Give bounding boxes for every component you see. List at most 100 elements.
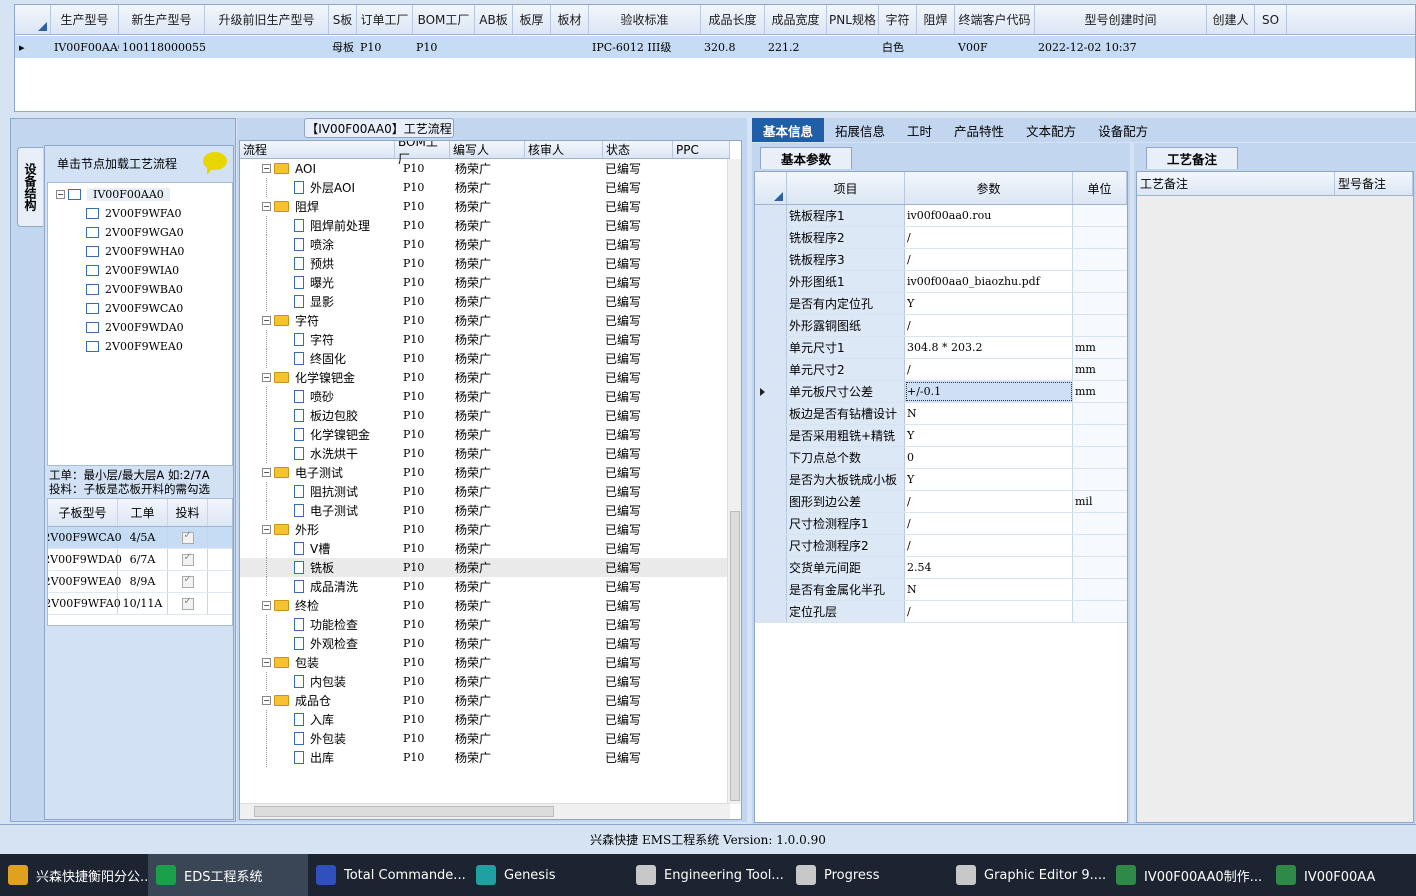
col-subboard-model[interactable]: 子板型号: [48, 499, 118, 526]
feed-checkbox[interactable]: [181, 530, 194, 544]
feed-cell[interactable]: [168, 593, 208, 614]
process-name-cell[interactable]: 预烘: [240, 254, 395, 273]
grid-corner[interactable]: [15, 5, 51, 34]
process-row[interactable]: − 外形 P10 杨荣广 已编写: [240, 520, 730, 539]
process-row[interactable]: 水洗烘干 P10 杨荣广 已编写: [240, 444, 730, 463]
col-header[interactable]: 终端客户代码: [955, 5, 1035, 34]
col-header[interactable]: 板厚: [513, 5, 551, 34]
col-model-remark[interactable]: 型号备注: [1335, 172, 1413, 195]
process-name-cell[interactable]: 入库: [240, 710, 395, 729]
param-row[interactable]: 尺寸检测程序2/: [755, 535, 1127, 557]
param-value[interactable]: /: [905, 491, 1073, 512]
process-row[interactable]: − 终检 P10 杨荣广 已编写: [240, 596, 730, 615]
row-selector[interactable]: [755, 535, 787, 556]
process-name-cell[interactable]: 终固化: [240, 349, 395, 368]
col-unit[interactable]: 单位: [1073, 172, 1127, 204]
param-value[interactable]: Y: [905, 293, 1073, 314]
feed-checkbox[interactable]: [181, 552, 194, 566]
process-name-cell[interactable]: 板边包胶: [240, 406, 395, 425]
param-row[interactable]: 单元尺寸1 304.8 * 203.2 mm: [755, 337, 1127, 359]
row-selector[interactable]: [755, 293, 787, 314]
scroll-thumb[interactable]: [730, 511, 740, 801]
process-row[interactable]: 曝光 P10 杨荣广 已编写: [240, 273, 730, 292]
col-header[interactable]: 升级前旧生产型号: [205, 5, 329, 34]
process-name-cell[interactable]: 成品清洗: [240, 577, 395, 596]
col-header[interactable]: 板材: [551, 5, 589, 34]
param-value[interactable]: iv00f00aa0_biaozhu.pdf: [905, 271, 1073, 292]
process-name-cell[interactable]: − 终检: [240, 596, 395, 615]
row-selector[interactable]: [755, 447, 787, 468]
taskbar-item[interactable]: Progress: [788, 854, 948, 896]
param-value[interactable]: /: [905, 601, 1073, 622]
col-header[interactable]: 订单工厂: [357, 5, 413, 34]
tree-node[interactable]: 2V00F9WHA0: [86, 242, 184, 260]
process-col-header[interactable]: BOM工厂: [395, 141, 450, 166]
row-selector[interactable]: [755, 557, 787, 578]
process-row[interactable]: 外观检查 P10 杨荣广 已编写: [240, 634, 730, 653]
col-header[interactable]: 新生产型号: [119, 5, 205, 34]
table-row[interactable]: 2V00F9WFA0 10/11A: [48, 593, 232, 615]
param-row[interactable]: 尺寸检测程序1/: [755, 513, 1127, 535]
row-selector[interactable]: [755, 491, 787, 512]
col-header[interactable]: 型号创建时间: [1035, 5, 1207, 34]
process-row[interactable]: 预烘 P10 杨荣广 已编写: [240, 254, 730, 273]
process-row[interactable]: 化学镍钯金 P10 杨荣广 已编写: [240, 425, 730, 444]
tree-root-node[interactable]: − IV00F00AA0: [56, 185, 170, 203]
process-row[interactable]: − 化学镍钯金 P10 杨荣广 已编写: [240, 368, 730, 387]
tree-node[interactable]: 2V00F9WEA0: [86, 337, 183, 355]
param-row[interactable]: 下刀点总个数 0: [755, 447, 1127, 469]
param-row[interactable]: 是否有金属化半孔 N: [755, 579, 1127, 601]
process-name-cell[interactable]: 曝光: [240, 273, 395, 292]
taskbar-item[interactable]: EDS工程系统: [148, 854, 308, 896]
param-value[interactable]: /: [905, 227, 1073, 248]
row-selector[interactable]: [755, 469, 787, 490]
col-header[interactable]: 验收标准: [589, 5, 701, 34]
process-name-cell[interactable]: 喷涂: [240, 235, 395, 254]
param-value[interactable]: +/-0.1: [905, 381, 1073, 402]
tree-node[interactable]: 2V00F9WIA0: [86, 261, 179, 279]
collapse-icon[interactable]: −: [262, 696, 271, 705]
collapse-icon[interactable]: −: [262, 164, 271, 173]
col-item[interactable]: 项目: [787, 172, 905, 204]
col-order[interactable]: 工单: [118, 499, 168, 526]
tab-basic-params[interactable]: 基本参数: [760, 147, 852, 169]
param-value[interactable]: N: [905, 579, 1073, 600]
tab-5[interactable]: 设备配方: [1087, 118, 1159, 142]
process-name-cell[interactable]: 水洗烘干: [240, 444, 395, 463]
process-name-cell[interactable]: 阻抗测试: [240, 482, 395, 501]
scroll-thumb-h[interactable]: [254, 806, 554, 817]
taskbar-item[interactable]: IV00F00AA0-预审...: [1268, 854, 1376, 896]
process-name-cell[interactable]: 铣板: [240, 558, 395, 577]
col-header[interactable]: 字符: [879, 5, 917, 34]
feed-cell[interactable]: [168, 571, 208, 592]
row-selector[interactable]: [755, 601, 787, 622]
param-row[interactable]: 铣板程序2/: [755, 227, 1127, 249]
col-header[interactable]: 成品宽度: [765, 5, 827, 34]
row-selector[interactable]: [755, 381, 787, 402]
vertical-scrollbar[interactable]: [727, 159, 741, 804]
col-header[interactable]: PNL规格: [827, 5, 879, 34]
feed-checkbox[interactable]: [181, 596, 194, 610]
process-name-cell[interactable]: 阻焊前处理: [240, 216, 395, 235]
process-name-cell[interactable]: − 包装: [240, 653, 395, 672]
param-row[interactable]: 是否为大板铣成小板 Y: [755, 469, 1127, 491]
process-row[interactable]: 成品清洗 P10 杨荣广 已编写: [240, 577, 730, 596]
collapse-icon[interactable]: −: [56, 189, 65, 199]
process-name-cell[interactable]: − 外形: [240, 520, 395, 539]
tab-1[interactable]: 拓展信息: [824, 118, 896, 142]
param-row[interactable]: 定位孔层 /: [755, 601, 1127, 623]
collapse-icon[interactable]: −: [262, 316, 271, 325]
row-selector[interactable]: [755, 579, 787, 600]
param-row[interactable]: 是否有内定位孔 Y: [755, 293, 1127, 315]
tab-2[interactable]: 工时: [896, 118, 943, 142]
row-selector[interactable]: [755, 403, 787, 424]
process-row[interactable]: 内包装 P10 杨荣广 已编写: [240, 672, 730, 691]
col-process-remark[interactable]: 工艺备注: [1137, 172, 1335, 195]
collapse-icon[interactable]: −: [262, 601, 271, 610]
table-row[interactable]: 2V00F9WEA0 8/9A: [48, 571, 232, 593]
process-row[interactable]: 功能检查 P10 杨荣广 已编写: [240, 615, 730, 634]
taskbar-item[interactable]: Graphic Editor 9....: [948, 854, 1108, 896]
tree-node[interactable]: 2V00F9WBA0: [86, 280, 183, 298]
param-value[interactable]: Y: [905, 469, 1073, 490]
param-grid-corner[interactable]: [755, 172, 787, 204]
